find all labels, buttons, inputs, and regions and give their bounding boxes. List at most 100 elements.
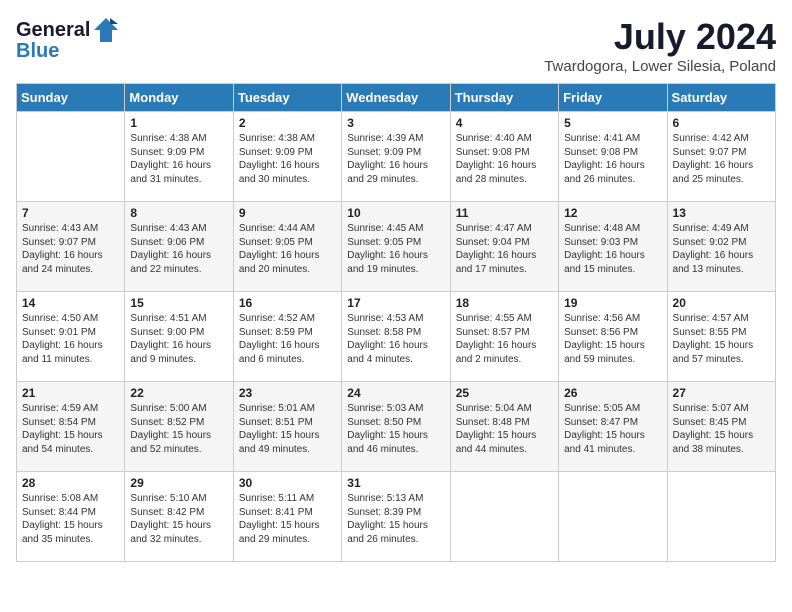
table-row: 7 Sunrise: 4:43 AM Sunset: 9:07 PM Daylig… [17, 202, 125, 292]
day-info: Sunrise: 5:10 AM Sunset: 8:42 PM Dayligh… [130, 492, 227, 546]
day-number: 10 [347, 206, 444, 220]
table-row: 19Sunrise: 4:56 AM Sunset: 8:56 PM Dayli… [559, 292, 667, 382]
page-header: General Blue July 2024 Twardogora, Lower… [16, 16, 776, 75]
day-number: 28 [22, 476, 119, 490]
table-row: 29 Sunrise: 5:10 AM Sunset: 8:42 PM Dayli… [125, 472, 233, 562]
day-info: Sunrise: 4:53 AM Sunset: 8:58 PM Dayligh… [347, 312, 444, 366]
day-number: 1 [130, 116, 227, 130]
day-info: Sunrise: 5:08 AM Sunset: 8:44 PM Dayligh… [22, 492, 119, 546]
day-info: Sunrise: 4:44 AM Sunset: 9:05 PM Dayligh… [239, 222, 336, 276]
day-number: 31 [347, 476, 444, 490]
day-info: Sunrise: 4:47 AM Sunset: 9:04 PM Dayligh… [456, 222, 553, 276]
table-row: 2 Sunrise: 4:38 AM Sunset: 9:09 PM Daylig… [233, 112, 341, 202]
day-number: 18 [456, 296, 553, 310]
table-row: 20 Sunrise: 4:57 AM Sunset: 8:55 PM Dayli… [667, 292, 775, 382]
day-number: 21 [22, 386, 119, 400]
day-number: 19 [564, 296, 661, 310]
day-number: 2 [239, 116, 336, 130]
day-number: 7 [22, 206, 119, 220]
calendar-header: Sunday Monday Tuesday Wednesday Thursday… [17, 84, 776, 112]
table-row: 15 Sunrise: 4:51 AM Sunset: 9:00 PM Dayli… [125, 292, 233, 382]
title-block: July 2024 Twardogora, Lower Silesia, Pol… [544, 16, 776, 75]
day-info: Sunrise: 5:07 AM Sunset: 8:45 PM Dayligh… [673, 402, 770, 456]
day-info: Sunrise: 5:00 AM Sunset: 8:52 PM Dayligh… [130, 402, 227, 456]
table-row: 9 Sunrise: 4:44 AM Sunset: 9:05 PM Daylig… [233, 202, 341, 292]
table-row: 14 Sunrise: 4:50 AM Sunset: 9:01 PM Dayli… [17, 292, 125, 382]
day-number: 27 [673, 386, 770, 400]
calendar-body: 1 Sunrise: 4:38 AM Sunset: 9:09 PM Daylig… [17, 112, 776, 562]
day-number: 15 [130, 296, 227, 310]
day-info: Sunrise: 4:40 AM Sunset: 9:08 PM Dayligh… [456, 132, 553, 186]
day-info: Sunrise: 5:13 AM Sunset: 8:39 PM Dayligh… [347, 492, 444, 546]
day-number: 25 [456, 386, 553, 400]
calendar-table: Sunday Monday Tuesday Wednesday Thursday… [16, 83, 776, 562]
logo-general-text: General [16, 19, 90, 42]
day-info: Sunrise: 4:51 AM Sunset: 9:00 PM Dayligh… [130, 312, 227, 366]
day-number: 16 [239, 296, 336, 310]
day-info: Sunrise: 4:49 AM Sunset: 9:02 PM Dayligh… [673, 222, 770, 276]
day-number: 29 [130, 476, 227, 490]
table-row: 21 Sunrise: 4:59 AM Sunset: 8:54 PM Dayli… [17, 382, 125, 472]
day-number: 30 [239, 476, 336, 490]
table-row: 31 Sunrise: 5:13 AM Sunset: 8:39 PM Dayli… [342, 472, 450, 562]
day-info: Sunrise: 5:03 AM Sunset: 8:50 PM Dayligh… [347, 402, 444, 456]
month-title: July 2024 [544, 16, 776, 58]
day-info: Sunrise: 5:11 AM Sunset: 8:41 PM Dayligh… [239, 492, 336, 546]
day-number: 5 [564, 116, 661, 130]
day-number: 12 [564, 206, 661, 220]
day-number: 23 [239, 386, 336, 400]
day-info: Sunrise: 5:04 AM Sunset: 8:48 PM Dayligh… [456, 402, 553, 456]
day-info: Sunrise: 4:57 AM Sunset: 8:55 PM Dayligh… [673, 312, 770, 366]
location-title: Twardogora, Lower Silesia, Poland [544, 58, 776, 75]
day-info: Sunrise: 4:48 AM Sunset: 9:03 PM Dayligh… [564, 222, 661, 276]
day-number: 22 [130, 386, 227, 400]
table-row: 16 Sunrise: 4:52 AM Sunset: 8:59 PM Dayli… [233, 292, 341, 382]
table-row [17, 112, 125, 202]
day-info: Sunrise: 4:52 AM Sunset: 8:59 PM Dayligh… [239, 312, 336, 366]
day-number: 13 [673, 206, 770, 220]
col-tuesday: Tuesday [233, 84, 341, 112]
table-row: 3Sunrise: 4:39 AM Sunset: 9:09 PM Daylig… [342, 112, 450, 202]
col-wednesday: Wednesday [342, 84, 450, 112]
table-row: 28 Sunrise: 5:08 AM Sunset: 8:44 PM Dayli… [17, 472, 125, 562]
day-info: Sunrise: 4:38 AM Sunset: 9:09 PM Dayligh… [130, 132, 227, 186]
table-row: 18 Sunrise: 4:55 AM Sunset: 8:57 PM Dayli… [450, 292, 558, 382]
table-row: 27 Sunrise: 5:07 AM Sunset: 8:45 PM Dayli… [667, 382, 775, 472]
day-info: Sunrise: 4:42 AM Sunset: 9:07 PM Dayligh… [673, 132, 770, 186]
col-saturday: Saturday [667, 84, 775, 112]
table-row: 11 Sunrise: 4:47 AM Sunset: 9:04 PM Dayli… [450, 202, 558, 292]
table-row: 6 Sunrise: 4:42 AM Sunset: 9:07 PM Daylig… [667, 112, 775, 202]
logo-blue-text: Blue [16, 40, 59, 63]
day-info: Sunrise: 4:50 AM Sunset: 9:01 PM Dayligh… [22, 312, 119, 366]
table-row: 5 Sunrise: 4:41 AM Sunset: 9:08 PM Daylig… [559, 112, 667, 202]
day-info: Sunrise: 4:43 AM Sunset: 9:07 PM Dayligh… [22, 222, 119, 276]
logo-icon [92, 16, 120, 44]
day-info: Sunrise: 4:55 AM Sunset: 8:57 PM Dayligh… [456, 312, 553, 366]
day-info: Sunrise: 4:43 AM Sunset: 9:06 PM Dayligh… [130, 222, 227, 276]
day-info: Sunrise: 5:05 AM Sunset: 8:47 PM Dayligh… [564, 402, 661, 456]
day-info: Sunrise: 4:59 AM Sunset: 8:54 PM Dayligh… [22, 402, 119, 456]
table-row: 23 Sunrise: 5:01 AM Sunset: 8:51 PM Dayli… [233, 382, 341, 472]
table-row [559, 472, 667, 562]
table-row: 25 Sunrise: 5:04 AM Sunset: 8:48 PM Dayli… [450, 382, 558, 472]
day-number: 11 [456, 206, 553, 220]
table-row: 4 Sunrise: 4:40 AM Sunset: 9:08 PM Daylig… [450, 112, 558, 202]
table-row: 13 Sunrise: 4:49 AM Sunset: 9:02 PM Dayli… [667, 202, 775, 292]
day-number: 20 [673, 296, 770, 310]
day-number: 9 [239, 206, 336, 220]
logo: General Blue [16, 16, 120, 63]
day-number: 3 [347, 116, 444, 130]
day-number: 4 [456, 116, 553, 130]
table-row: 22 Sunrise: 5:00 AM Sunset: 8:52 PM Dayli… [125, 382, 233, 472]
day-number: 8 [130, 206, 227, 220]
day-info: Sunrise: 4:41 AM Sunset: 9:08 PM Dayligh… [564, 132, 661, 186]
table-row: 12 Sunrise: 4:48 AM Sunset: 9:03 PM Dayli… [559, 202, 667, 292]
day-number: 14 [22, 296, 119, 310]
day-number: 6 [673, 116, 770, 130]
day-info: Sunrise: 4:38 AM Sunset: 9:09 PM Dayligh… [239, 132, 336, 186]
table-row: 1 Sunrise: 4:38 AM Sunset: 9:09 PM Daylig… [125, 112, 233, 202]
col-monday: Monday [125, 84, 233, 112]
day-info: Sunrise: 5:01 AM Sunset: 8:51 PM Dayligh… [239, 402, 336, 456]
table-row [667, 472, 775, 562]
table-row [450, 472, 558, 562]
